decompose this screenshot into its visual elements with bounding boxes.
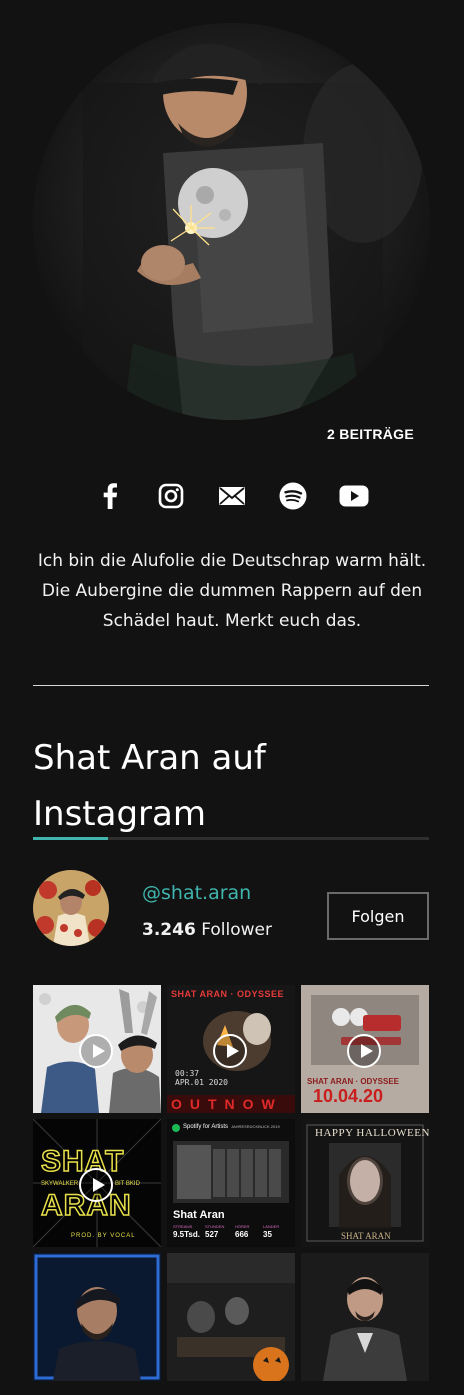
post-bottom-text: 10.04.20 <box>313 1086 384 1106</box>
post-top-text: SHAT ARAN · ODYSSEE <box>171 989 285 999</box>
stat-label: STREAMS <box>173 1224 193 1229</box>
post-time: 00:37 <box>175 1069 200 1078</box>
instagram-profile-picture[interactable] <box>33 870 109 946</box>
post-brand: Spotify for Artists <box>183 1124 229 1130</box>
stat-label: STUNDEN <box>205 1224 225 1229</box>
instagram-post[interactable]: SHAT ARAN · ODYSSEE 00:37 APR.01 2020 OU… <box>167 985 295 1113</box>
divider <box>33 685 429 686</box>
post-timestamp: 00:37 APR.01 2020 <box>175 1069 228 1087</box>
instagram-post[interactable] <box>33 985 161 1113</box>
stat-label: LÄNDER <box>263 1224 280 1229</box>
instagram-icon[interactable] <box>155 480 187 512</box>
mail-icon[interactable] <box>216 480 248 512</box>
instagram-widget-title: Shat Aran auf Instagram <box>33 738 266 834</box>
instagram-post[interactable]: SHAT SKYWALKER BIT BKID ARAN PROD. BY VO… <box>33 1119 161 1247</box>
video-play-icon <box>213 1034 247 1068</box>
stat-value: 35 <box>263 1230 272 1239</box>
social-links <box>0 480 464 512</box>
posts-count: 2 BEITRÄGE <box>326 426 414 442</box>
stat-value: 9.5Tsd. <box>173 1230 200 1239</box>
follower-count: 3.246 Follower <box>142 920 272 940</box>
post-subtitle-right: BIT BKID <box>115 1181 140 1187</box>
instagram-handle-link[interactable]: @shat.aran <box>142 882 251 904</box>
post-credit: PROD. BY VOCAL <box>71 1233 136 1239</box>
post-bottom-text: SHAT ARAN <box>341 1231 391 1241</box>
instagram-post[interactable] <box>167 1253 295 1381</box>
post-bottom-text: OUTNOW <box>171 1096 283 1112</box>
video-play-icon <box>79 1168 113 1202</box>
instagram-post[interactable]: SHAT ARAN · ODYSSEE 10.04.20 <box>301 985 429 1113</box>
stat-value: 527 <box>205 1230 219 1239</box>
post-heading: JAHRESRÜCKBLICK 2019 <box>231 1124 280 1129</box>
post-subtitle-left: SKYWALKER <box>41 1181 79 1187</box>
follower-label: Follower <box>201 920 272 940</box>
youtube-icon[interactable] <box>338 480 370 512</box>
instagram-post[interactable] <box>33 1253 161 1381</box>
post-date: APR.01 2020 <box>175 1078 228 1087</box>
follower-number: 3.246 <box>142 920 196 940</box>
post-artist: Shat Aran <box>173 1209 225 1221</box>
instagram-post[interactable]: HAPPY HALLOWEEN SHAT ARAN <box>301 1119 429 1247</box>
stat-label: HÖRER <box>235 1224 250 1229</box>
follow-button[interactable]: Folgen <box>327 892 429 940</box>
instagram-post[interactable]: Spotify for Artists JAHRESRÜCKBLICK 2019… <box>167 1119 295 1247</box>
post-mid-text: SHAT ARAN · ODYSSEE <box>307 1077 400 1086</box>
title-underline-accent <box>33 837 108 840</box>
video-play-icon <box>79 1034 113 1068</box>
facebook-icon[interactable] <box>94 480 126 512</box>
stat-value: 666 <box>235 1230 249 1239</box>
instagram-post[interactable] <box>301 1253 429 1381</box>
post-top-text: HAPPY HALLOWEEN <box>315 1127 429 1139</box>
instagram-post-grid: SHAT ARAN · ODYSSEE 00:37 APR.01 2020 OU… <box>33 985 429 1381</box>
author-bio: Ich bin die Alufolie die Deutschrap warm… <box>37 551 427 631</box>
spotify-icon[interactable] <box>277 480 309 512</box>
video-play-icon <box>347 1034 381 1068</box>
author-avatar <box>33 23 430 420</box>
